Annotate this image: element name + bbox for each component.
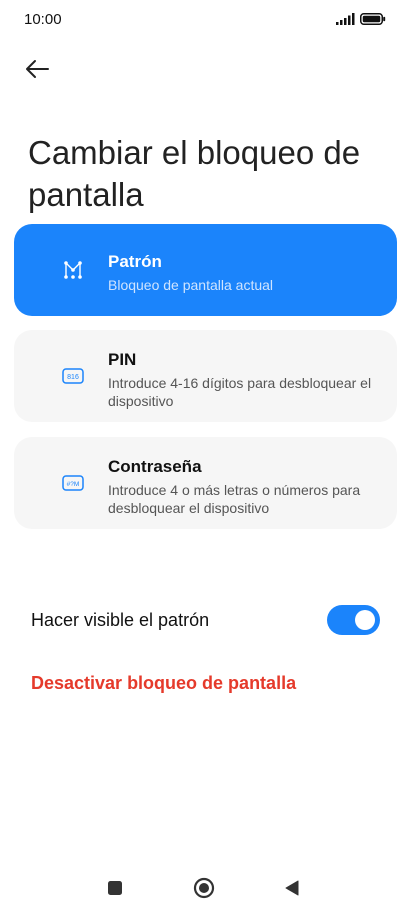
option-description: Introduce 4-16 dígitos para desbloquear …: [108, 375, 372, 409]
navigation-bar: [0, 868, 411, 908]
svg-text:816: 816: [67, 374, 79, 381]
back-button[interactable]: [24, 52, 60, 86]
triangle-back-icon: [285, 880, 299, 896]
home-button[interactable]: [192, 876, 216, 900]
status-time: 10:00: [24, 11, 62, 28]
visible-pattern-label: Hacer visible el patrón: [31, 610, 210, 630]
option-label: Contraseña: [108, 457, 202, 476]
battery-icon: [360, 13, 386, 25]
disable-lock-button[interactable]: Desactivar bloqueo de pantalla: [31, 673, 296, 694]
visible-pattern-toggle[interactable]: [327, 605, 380, 635]
pattern-icon: [62, 259, 84, 281]
circle-home-icon: [193, 877, 215, 899]
arrow-left-icon: [26, 60, 49, 78]
option-label: PIN: [108, 350, 137, 369]
toggle-knob: [355, 610, 375, 630]
recents-button[interactable]: [103, 876, 127, 900]
pin-icon: 816: [62, 365, 84, 387]
option-label: Patrón: [108, 252, 162, 271]
back-nav-button[interactable]: [280, 876, 304, 900]
square-icon: [108, 881, 122, 895]
option-pattern[interactable]: Patrón Bloqueo de pantalla actual: [14, 224, 397, 316]
option-description: Introduce 4 o más letras o números para …: [108, 482, 361, 516]
status-bar: 10:00: [0, 0, 411, 40]
option-description: Bloqueo de pantalla actual: [108, 277, 274, 293]
svg-text:#?M: #?M: [67, 481, 80, 488]
visible-pattern-row[interactable]: Hacer visible el patrón: [0, 598, 411, 642]
option-pin[interactable]: 816 PIN Introduce 4-16 dígitos para desb…: [14, 330, 397, 422]
signal-icon: [336, 13, 355, 25]
option-password[interactable]: #?M Contraseña Introduce 4 o más letras …: [14, 437, 397, 529]
password-icon: #?M: [62, 472, 84, 494]
page-title: Cambiar el bloqueo de pantalla: [28, 134, 361, 214]
